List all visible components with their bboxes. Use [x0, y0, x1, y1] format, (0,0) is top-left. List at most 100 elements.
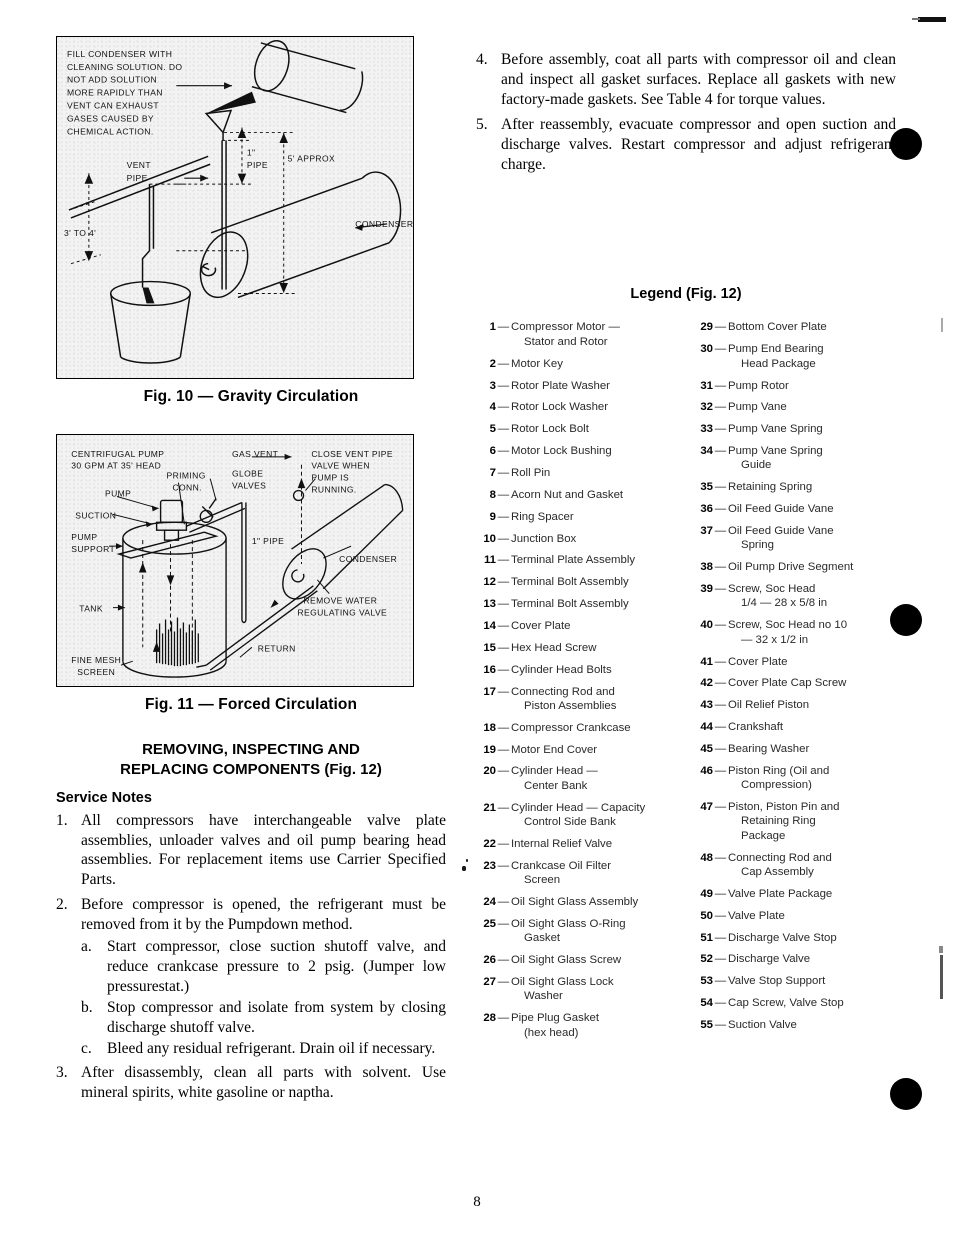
legend-item-number: 22: [483, 837, 496, 850]
legend-dash: —: [714, 887, 727, 900]
legend-dash: —: [714, 931, 727, 944]
legend-item-label-line: Cover Plate: [728, 655, 788, 668]
legend-item-number: 19: [483, 743, 496, 756]
legend-item-label-line: Roll Pin: [511, 466, 551, 479]
legend-dash: —: [714, 445, 727, 458]
legend-item: 14— Cover Plate: [476, 619, 679, 633]
legend-item-number: 27: [483, 975, 496, 988]
legend-item: 41— Cover Plate: [693, 655, 896, 669]
legend-item: 43— Oil Relief Piston: [693, 698, 896, 712]
legend-item-label: Rotor Plate Washer: [511, 379, 679, 393]
legend-item: 36— Oil Feed Guide Vane: [693, 502, 896, 516]
legend-item-number: 54: [700, 997, 713, 1010]
legend-item: 33— Pump Vane Spring: [693, 422, 896, 436]
legend-item-number: 51: [700, 931, 713, 944]
legend-dash: —: [497, 357, 510, 370]
legend-item: 11— Terminal Plate Assembly: [476, 553, 679, 567]
svg-text:SCREEN: SCREEN: [77, 667, 115, 677]
legend-item-label-line: Valve Plate Package: [728, 887, 833, 900]
legend-dash: —: [497, 445, 510, 458]
svg-text:PRIMING: PRIMING: [167, 471, 206, 481]
legend-item-number: 49: [700, 887, 713, 900]
legend-item: 53— Valve Stop Support: [693, 974, 896, 988]
legend-item-label-line: Rotor Lock Washer: [511, 401, 609, 414]
legend-item-number: 11: [483, 554, 496, 567]
legend-item: 6— Motor Lock Bushing: [476, 444, 679, 458]
legend-item-label-line: Hex Head Screw: [511, 641, 597, 654]
legend-item-number: 24: [483, 896, 496, 908]
legend-item-label: Discharge Valve: [728, 952, 896, 966]
legend-item-number: 20: [483, 765, 496, 778]
legend-item: 51— Discharge Valve Stop: [693, 931, 896, 945]
legend-column-left: 1— Compressor Motor — Stator and Rotor 2— Mo…: [476, 320, 679, 1047]
legend-item: 27— Oil Sight Glass Lock Washer: [476, 975, 679, 1004]
legend-item-label: Cover Plate: [511, 619, 679, 633]
legend-dash: —: [714, 423, 727, 436]
legend-item-label: Cover Plate Cap Screw: [728, 676, 896, 690]
legend-dash: —: [497, 619, 510, 632]
legend-dash: —: [714, 401, 727, 414]
legend-item: 47— Piston, Piston Pin and Retaining Ring P…: [693, 800, 896, 843]
legend-item-number: 44: [700, 721, 713, 734]
legend-dash: —: [497, 576, 510, 589]
binder-hole-mark: [890, 1078, 922, 1110]
legend-item-label-line: Bearing Washer: [728, 742, 810, 755]
ink-speck: [462, 866, 466, 871]
legend-item-number: 4: [489, 401, 496, 414]
legend-item-label-line: Compression): [741, 779, 812, 792]
service-note-2b: b. Stop compressor and isolate from syst…: [81, 998, 446, 1038]
legend-item: 26— Oil Sight Glass Screw: [476, 953, 679, 967]
svg-text:30 GPM AT 35' HEAD: 30 GPM AT 35' HEAD: [71, 461, 161, 471]
legend-item-label-line: Connecting Rod and: [511, 685, 615, 698]
legend-dash: —: [714, 699, 727, 712]
service-note-2a: a. Start compressor, close suction shuto…: [81, 937, 446, 997]
svg-text:3' TO 4': 3' TO 4': [64, 228, 96, 238]
svg-text:RUNNING.: RUNNING.: [311, 485, 356, 495]
legend-item-number: 52: [700, 953, 713, 966]
legend-item-label: Rotor Lock Bolt: [511, 422, 679, 436]
legend-item: 19— Motor End Cover: [476, 743, 679, 757]
legend-column-right: 29— Bottom Cover Plate 30— Pump End Bearing…: [693, 320, 896, 1047]
legend-item-number: 31: [700, 379, 713, 392]
legend-item-number: 8: [489, 488, 496, 501]
list-text: Bleed any residual refrigerant. Drain oi…: [107, 1039, 436, 1057]
legend-item: 16— Cylinder Head Bolts: [476, 663, 679, 677]
legend-item-label-line: Pump Vane: [728, 401, 787, 414]
legend-dash: —: [497, 663, 510, 676]
legend-item-label-line: Motor End Cover: [511, 743, 598, 756]
legend-item: 32— Pump Vane: [693, 400, 896, 414]
legend-item-label-line: Bottom Cover Plate: [728, 321, 827, 334]
legend-item: 48— Connecting Rod and Cap Assembly: [693, 851, 896, 880]
legend-item-number: 48: [700, 851, 713, 864]
legend-item-label: Motor Key: [511, 357, 679, 371]
legend-item: 29— Bottom Cover Plate: [693, 320, 896, 334]
legend-item-number: 26: [483, 954, 496, 967]
list-marker: 1.: [56, 811, 68, 829]
left-column: FILL CONDENSER WITH CLEANING SOLUTION. D…: [56, 36, 446, 1108]
list-marker: 2.: [56, 896, 68, 914]
legend-item: 7— Roll Pin: [476, 466, 679, 480]
legend-dash: —: [497, 685, 510, 698]
legend-item: 38— Oil Pump Drive Segment: [693, 560, 896, 574]
legend-item-label: Pump Rotor: [728, 379, 896, 393]
page-number: 8: [473, 1194, 481, 1210]
edge-scan-mark: [918, 17, 946, 22]
legend-item-label-line: Cover Plate Cap Screw: [728, 677, 847, 690]
legend-item-number: 32: [700, 401, 713, 414]
legend-dash: —: [714, 561, 727, 574]
legend-item-label-line: Washer: [524, 990, 563, 1003]
legend-item-number: 30: [700, 343, 713, 356]
legend-item-label-line: Center Bank: [524, 779, 588, 792]
legend-item-label-line: Crankcase Oil Filter: [511, 859, 612, 872]
legend-item-number: 28: [483, 1012, 496, 1025]
legend-dash: —: [497, 1012, 510, 1025]
legend-dash: —: [497, 765, 510, 778]
legend-item-label: Terminal Bolt Assembly: [511, 575, 679, 589]
legend-item-number: 34: [700, 445, 713, 458]
figure-10-drawing: FILL CONDENSER WITH CLEANING SOLUTION. D…: [64, 40, 413, 364]
legend-item-number: 16: [483, 663, 496, 676]
legend-block: Legend (Fig. 12) 1— Compressor Motor — Sta…: [476, 286, 896, 1047]
legend-item-label-line: Compressor Motor —: [511, 321, 620, 334]
list-marker: 4.: [476, 51, 488, 68]
legend-item: 50— Valve Plate: [693, 909, 896, 923]
